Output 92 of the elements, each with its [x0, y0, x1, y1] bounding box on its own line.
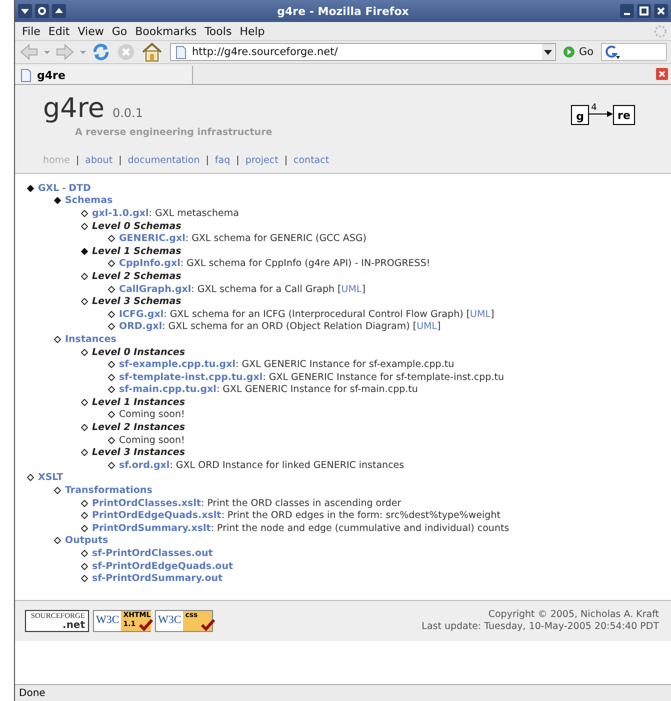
link[interactable]: PrintOrdSummary.xslt [92, 522, 211, 534]
nav-link[interactable]: project [245, 155, 278, 166]
menu-item[interactable]: Edit [45, 24, 75, 38]
list-item-text: Level 2 Schemas [92, 270, 182, 282]
list-item-text: Level 0 Instances [92, 346, 186, 358]
link[interactable]: XSLT [38, 472, 64, 484]
close-icon[interactable] [654, 4, 668, 18]
list-item-text: Level 1 Schemas [92, 246, 182, 257]
search-engine-icon [604, 44, 621, 60]
list-item-text: Level 3 Schemas [92, 296, 182, 308]
link[interactable]: UML [470, 308, 490, 320]
list-item-text: CallGraph.gxl: GXL schema for a Call Graph [UML] [119, 284, 366, 295]
window-title: g4re - Mozilla Firefox [277, 4, 409, 18]
menu-item[interactable]: Go [108, 24, 132, 38]
link[interactable]: Outputs [65, 535, 108, 546]
separator: | [284, 155, 288, 166]
list-item-text: GENERIC.gxl: GXL schema for GENERIC (GCC ASG) [119, 233, 366, 244]
page-icon [176, 46, 186, 58]
list-item-text: GXL - DTD [38, 182, 91, 194]
page-icon [21, 68, 31, 82]
link[interactable]: Schemas [65, 195, 113, 206]
link[interactable]: sf.ord.gxl [119, 460, 170, 471]
link[interactable]: sf-main.cpp.tu.gxl [119, 384, 216, 396]
link[interactable]: ICFG.gxl [119, 308, 164, 320]
menu-item[interactable]: Bookmarks [132, 24, 202, 38]
nav-link[interactable]: documentation [128, 155, 200, 166]
list-item-text: gxl-1.0.gxl: GXL metaschema [92, 208, 239, 219]
link[interactable]: sf-PrintOrdClasses.out [92, 548, 213, 560]
link[interactable]: Transformations [65, 485, 152, 496]
logo-drawing: g 4 re [571, 101, 637, 125]
link[interactable]: gxl-1.0.gxl [92, 208, 149, 219]
nav-link[interactable]: contact [294, 155, 330, 166]
list-item-text: sf-main.cpp.tu.gxl: GXL GENERIC Instance for sf-main.cpp.tu [119, 384, 418, 396]
link[interactable]: PrintOrdEdgeQuads.xslt [92, 510, 222, 522]
copyright-text: Copyright © 2005, Nicholas A. Kraft [488, 609, 659, 621]
list-item-text: sf-example.cpp.tu.gxl: GXL GENERIC Instance for sf-example.cpp.tu [119, 359, 454, 370]
link[interactable]: sf-example.cpp.tu.gxl [119, 359, 236, 370]
reload-icon[interactable] [91, 42, 111, 62]
list-item-text: Level 3 Instances [92, 447, 186, 458]
separator: | [236, 155, 240, 166]
list-item-text: Level 2 Instances [92, 422, 186, 434]
list-item-text: sf.ord.gxl: GXL ORD Instance for linked GENERIC instances [119, 460, 404, 471]
nav-link[interactable]: faq [214, 155, 230, 166]
list-item-text: Level 1 Instances [92, 396, 186, 408]
link[interactable]: Instances [65, 334, 116, 345]
close-tab-icon[interactable] [656, 68, 668, 80]
link[interactable]: sf-PrintOrdSummary.out [92, 573, 223, 584]
last-update-text: Last update: Tuesday, 10-May-2005 20:54:40 PDT [422, 621, 659, 633]
tagline: A reverse engineering infrastructure [75, 127, 272, 138]
check-mark-icon [139, 619, 153, 631]
menu-icon[interactable] [18, 4, 32, 18]
minimize-icon[interactable] [620, 4, 634, 18]
link[interactable]: CallGraph.gxl [119, 284, 192, 295]
list-item-text: CppInfo.gxl: GXL schema for CppInfo (g4re API) - IN-PROGRESS! [119, 258, 430, 270]
separator: | [206, 155, 209, 166]
link[interactable]: CppInfo.gxl [119, 258, 180, 270]
link[interactable]: UML [341, 284, 362, 295]
link[interactable]: PrintOrdClasses.xslt [92, 498, 202, 509]
search-field[interactable] [600, 43, 667, 61]
circle-icon[interactable] [35, 4, 49, 18]
list-item-text: ICFG.gxl: GXL schema for an ICFG (Interprocedural Control Flow Graph) [UML] [119, 308, 494, 320]
link[interactable]: sf-template-inst.cpp.tu.gxl [119, 372, 263, 383]
list-item-text: PrintOrdClasses.xslt: Print the ORD classes in ascending order [92, 498, 402, 509]
site-title: g4re [43, 95, 104, 123]
list-item-text: ORD.gxl: GXL schema for an ORD (Object Relation Diagram) [UML] [119, 321, 441, 332]
go-button[interactable]: Go [561, 46, 596, 58]
address-field[interactable]: http://g4re.sourceforge.net/ [170, 43, 556, 61]
menu-item[interactable]: Help [236, 24, 270, 38]
maximize-icon[interactable] [637, 4, 651, 18]
version-number: 0.0.1 [112, 106, 143, 120]
browser-tab[interactable]: g4re [15, 66, 193, 84]
menu-item[interactable]: View [74, 24, 109, 38]
menu-item[interactable]: File [19, 24, 46, 38]
link[interactable]: UML [416, 321, 438, 332]
home-icon[interactable] [141, 42, 163, 62]
list-item-text: PrintOrdSummary.xslt: Print the node and edge (cummulative and individual) counts [92, 522, 510, 534]
menu-item[interactable]: Tools [202, 24, 237, 38]
list-item-text: PrintOrdEdgeQuads.xslt: Print the ORD edges in the form: src%dest%type%weight [92, 510, 500, 522]
list-item-text: sf-template-inst.cpp.tu.gxl: GXL GENERIC Instance for sf-template-inst.cpp.tu [119, 372, 504, 383]
link[interactable]: ORD.gxl [119, 321, 162, 332]
link[interactable]: GENERIC.gxl [119, 233, 186, 244]
list-item-text: Coming soon! [119, 409, 185, 420]
link[interactable]: sf-PrintOrdEdgeQuads.out [92, 560, 234, 572]
separator: | [118, 155, 122, 166]
separator: | [76, 155, 80, 166]
list-item-text: Coming soon! [119, 434, 185, 446]
list-item-text: Level 0 Schemas [92, 220, 182, 232]
nav-link[interactable]: about [85, 155, 113, 166]
check-mark-icon [201, 619, 215, 631]
link[interactable]: GXL [38, 182, 60, 194]
link[interactable]: DTD [68, 182, 91, 194]
throbber-icon [653, 24, 668, 38]
